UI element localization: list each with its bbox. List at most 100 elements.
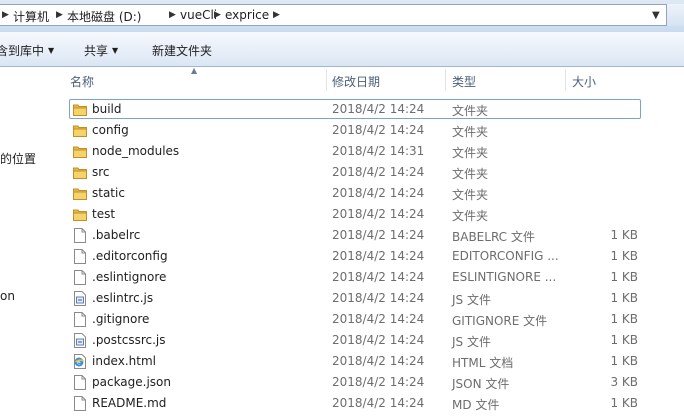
file-date: 2018/4/2 14:24: [332, 270, 425, 284]
chevron-right-icon[interactable]: ▶: [214, 10, 221, 20]
file-size: 3 KB: [610, 375, 638, 389]
folder-icon: [73, 207, 87, 222]
file-name[interactable]: src: [92, 165, 110, 179]
refresh-button[interactable]: [667, 4, 684, 26]
column-divider[interactable]: [565, 69, 566, 91]
file-row[interactable]: config 2018/4/2 14:24 文件夹: [56, 120, 684, 141]
file-row[interactable]: package.json 2018/4/2 14:24 JSON 文件 3 KB: [56, 372, 684, 393]
column-divider[interactable]: [445, 69, 446, 91]
file-size: 1 KB: [610, 291, 638, 305]
breadcrumb-drive[interactable]: 本地磁盘 (D:): [67, 8, 141, 25]
chevron-right-icon[interactable]: ▶: [56, 10, 63, 20]
nav-item-recent-places[interactable]: 的位置: [0, 150, 36, 167]
file-type: JS 文件: [452, 293, 491, 307]
file-icon: [73, 396, 87, 411]
file-row[interactable]: .babelrc 2018/4/2 14:24 BABELRC 文件 1 KB: [56, 225, 684, 246]
file-name[interactable]: .eslintignore: [92, 270, 166, 284]
file-name[interactable]: test: [92, 207, 115, 221]
breadcrumb-vuecli[interactable]: vueCli: [180, 8, 217, 22]
share-button[interactable]: 共享 ▼: [84, 42, 118, 59]
file-icon: [73, 270, 87, 285]
folder-icon: [73, 165, 87, 180]
file-date: 2018/4/2 14:24: [332, 396, 425, 410]
file-name[interactable]: package.json: [92, 375, 171, 389]
file-row[interactable]: src 2018/4/2 14:24 文件夹: [56, 162, 684, 183]
file-type: 文件夹: [452, 167, 489, 181]
sort-ascending-icon: ▲: [191, 66, 198, 75]
file-date: 2018/4/2 14:24: [332, 165, 425, 179]
file-type: JSON 文件: [452, 377, 510, 391]
file-row[interactable]: .eslintrc.js 2018/4/2 14:24 JS 文件 1 KB: [56, 288, 684, 309]
file-name[interactable]: build: [92, 102, 122, 116]
file-row[interactable]: e index.html 2018/4/2 14:24 HTML 文档 1 KB: [56, 351, 684, 372]
file-row[interactable]: static 2018/4/2 14:24 文件夹: [56, 183, 684, 204]
file-name[interactable]: static: [92, 186, 125, 200]
file-icon: [73, 249, 87, 264]
file-row[interactable]: README.md 2018/4/2 14:24 MD 文件 1 KB: [56, 393, 684, 414]
file-date: 2018/4/2 14:24: [332, 186, 425, 200]
include-in-library-button[interactable]: 含到库中 ▼: [0, 42, 54, 59]
file-name[interactable]: index.html: [92, 354, 156, 368]
file-size: 1 KB: [610, 396, 638, 410]
column-name[interactable]: 名称: [70, 73, 94, 90]
folder-icon: [73, 102, 87, 117]
file-name[interactable]: config: [92, 123, 129, 137]
file-type: 文件夹: [452, 209, 489, 223]
js-file-icon: [73, 333, 87, 348]
file-type: 文件夹: [452, 188, 489, 202]
file-name[interactable]: .babelrc: [92, 228, 140, 242]
file-icon: [73, 312, 87, 327]
breadcrumb[interactable]: ▶ 计算机 ▶ 本地磁盘 (D:) ▶ vueCli ▶ exprice ▶ ▼: [0, 4, 667, 26]
chevron-right-icon[interactable]: ▶: [169, 10, 176, 20]
column-date[interactable]: 修改日期: [332, 73, 380, 90]
file-date: 2018/4/2 14:24: [332, 207, 425, 221]
column-divider[interactable]: [326, 69, 327, 91]
file-row[interactable]: .postcssrc.js 2018/4/2 14:24 JS 文件 1 KB: [56, 330, 684, 351]
column-size[interactable]: 大小: [572, 73, 596, 90]
new-folder-button[interactable]: 新建文件夹: [152, 42, 212, 59]
command-bar: 含到库中 ▼ 共享 ▼ 新建文件夹: [0, 32, 684, 67]
file-row[interactable]: build 2018/4/2 14:24 文件夹: [56, 99, 684, 120]
file-type: 文件夹: [452, 125, 489, 139]
breadcrumb-computer[interactable]: 计算机: [13, 8, 49, 25]
file-name[interactable]: README.md: [92, 396, 166, 410]
column-header: ▲ 名称 修改日期 类型 大小: [56, 66, 684, 93]
file-date: 2018/4/2 14:31: [332, 144, 425, 158]
file-name[interactable]: node_modules: [92, 144, 179, 158]
svg-text:e: e: [77, 360, 81, 367]
file-type: ESLINTIGNORE ...: [452, 270, 557, 284]
nav-item-partial[interactable]: on: [0, 289, 15, 303]
file-date: 2018/4/2 14:24: [332, 354, 425, 368]
file-size: 1 KB: [610, 312, 638, 326]
chevron-right-icon[interactable]: ▶: [273, 10, 280, 20]
chevron-down-icon[interactable]: ▼: [652, 10, 660, 21]
share-label: 共享: [84, 44, 109, 58]
file-size: 1 KB: [610, 249, 638, 263]
file-row[interactable]: .gitignore 2018/4/2 14:24 GITIGNORE 文件 1 KB: [56, 309, 684, 330]
file-icon: [73, 375, 87, 390]
file-row[interactable]: .editorconfig 2018/4/2 14:24 EDITORCONFIG …: [56, 246, 684, 267]
column-type[interactable]: 类型: [452, 73, 476, 90]
include-in-library-label: 含到库中: [0, 44, 45, 58]
file-name[interactable]: .gitignore: [92, 312, 149, 326]
file-row[interactable]: test 2018/4/2 14:24 文件夹: [56, 204, 684, 225]
file-type: 文件夹: [452, 104, 489, 118]
file-type: 文件夹: [452, 146, 489, 160]
file-type: MD 文件: [452, 398, 500, 412]
file-date: 2018/4/2 14:24: [332, 249, 425, 263]
file-row[interactable]: node_modules 2018/4/2 14:31 文件夹: [56, 141, 684, 162]
file-name[interactable]: .postcssrc.js: [92, 333, 166, 347]
file-type: GITIGNORE 文件: [452, 314, 548, 328]
file-date: 2018/4/2 14:24: [332, 123, 425, 137]
file-name[interactable]: .eslintrc.js: [92, 291, 153, 305]
file-type: EDITORCONFIG ...: [452, 249, 559, 263]
chevron-right-icon[interactable]: ▶: [2, 10, 9, 20]
folder-icon: [73, 123, 87, 138]
file-name[interactable]: .editorconfig: [92, 249, 168, 263]
file-row[interactable]: .eslintignore 2018/4/2 14:24 ESLINTIGNORE …: [56, 267, 684, 288]
file-size: 1 KB: [610, 333, 638, 347]
folder-icon: [73, 144, 87, 159]
file-type: JS 文件: [452, 335, 491, 349]
breadcrumb-exprice[interactable]: exprice: [225, 8, 269, 22]
navigation-pane: 的位置 on: [0, 67, 56, 420]
